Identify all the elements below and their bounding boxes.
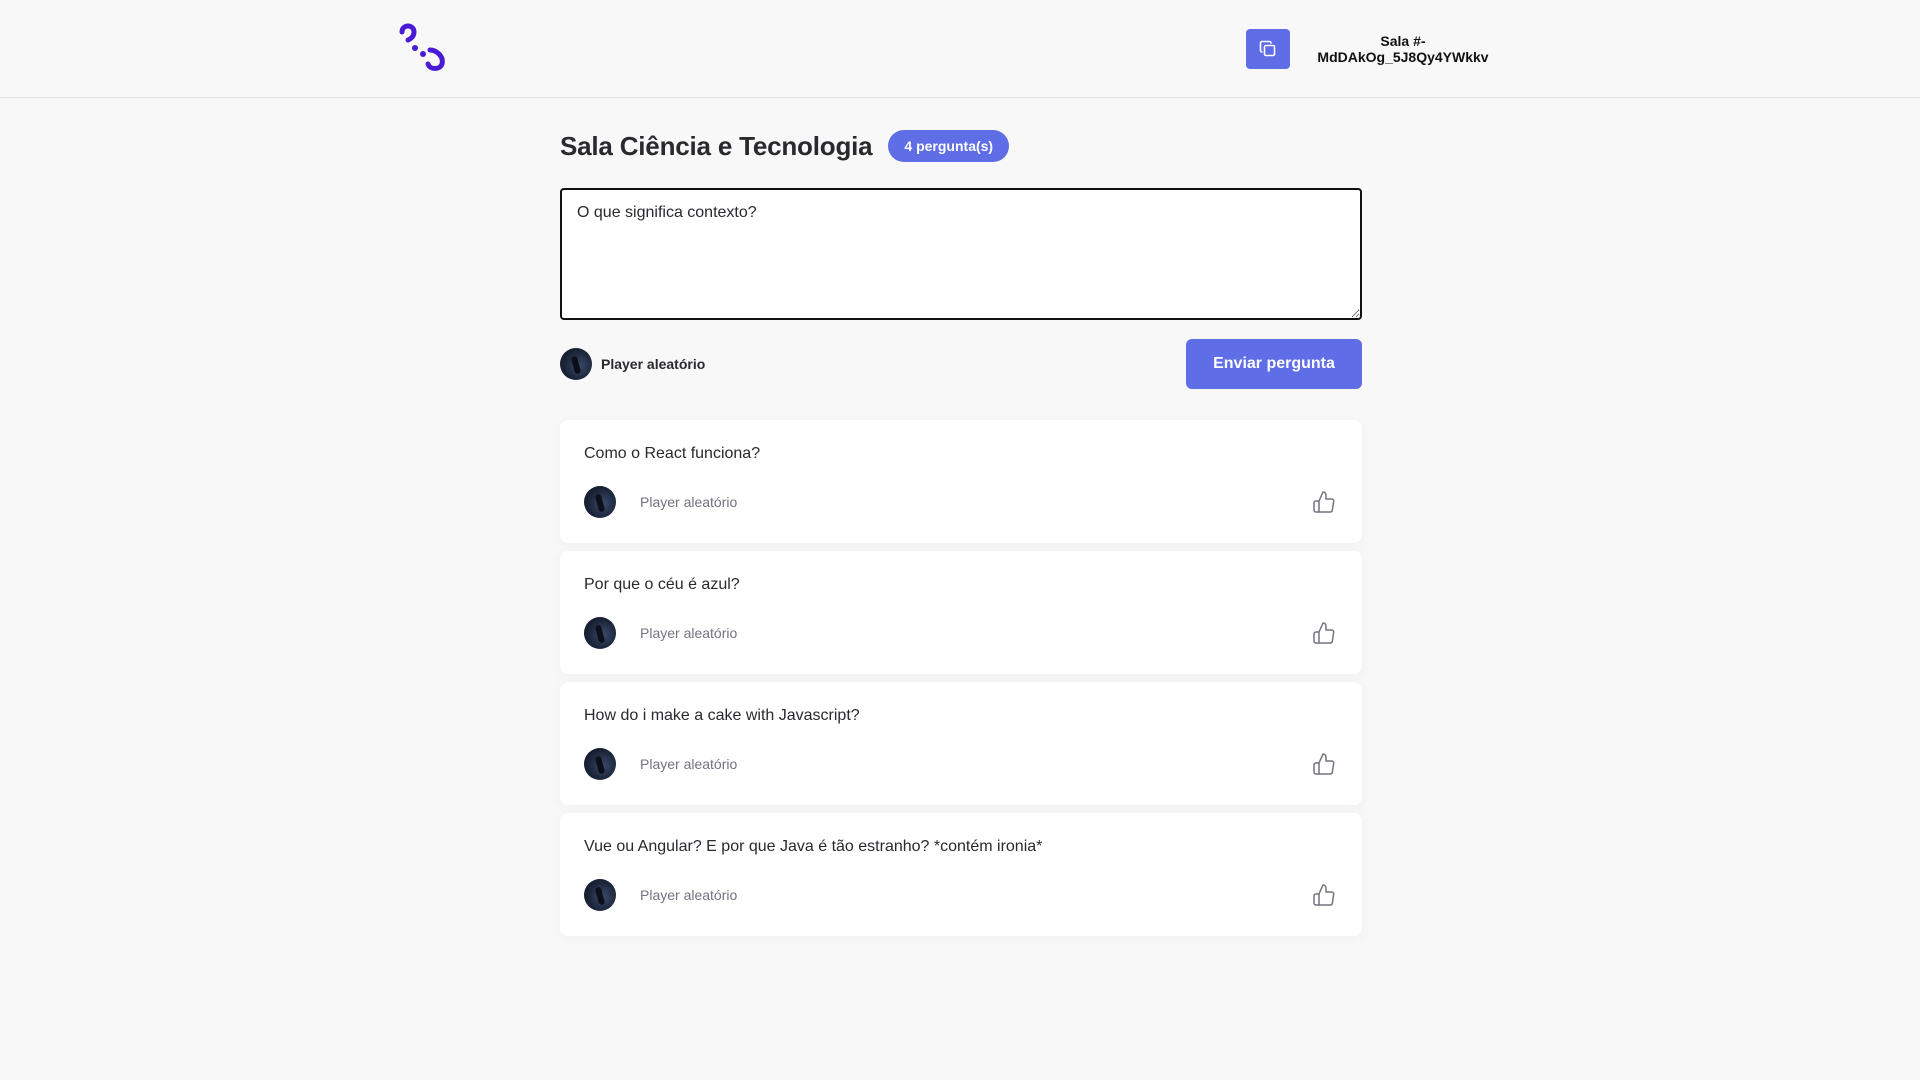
avatar <box>584 617 616 649</box>
copy-icon <box>1259 40 1276 57</box>
question-text: How do i make a cake with Javascript? <box>584 707 860 724</box>
question-footer: Player aleatório <box>584 617 1338 649</box>
question-card: Por que o céu é azul? Player aleatório <box>560 551 1362 674</box>
room-code-label: Sala #- <box>1380 33 1426 49</box>
user-name: Player aleatório <box>601 356 706 372</box>
question-footer: Player aleatório <box>584 748 1338 780</box>
question-footer: Player aleatório <box>584 486 1338 518</box>
thumbs-up-icon <box>1313 884 1335 906</box>
author-name: Player aleatório <box>640 494 738 510</box>
submit-question-button[interactable]: Enviar pergunta <box>1186 339 1362 389</box>
room-code-value: MdDAkOg_5J8Qy4YWkkv <box>1317 49 1489 65</box>
question-author: Player aleatório <box>584 486 737 518</box>
thumbs-up-icon <box>1313 491 1335 513</box>
question-card: Vue ou Angular? E por que Java é tão est… <box>560 813 1362 936</box>
avatar <box>584 879 616 911</box>
user-info: Player aleatório <box>560 348 705 380</box>
question-author: Player aleatório <box>584 617 737 649</box>
question-text: Por que o céu é azul? <box>584 576 740 593</box>
like-button[interactable] <box>1310 619 1338 647</box>
question-footer: Player aleatório <box>584 879 1338 911</box>
letmeask-logo-icon[interactable] <box>398 22 448 72</box>
question-author: Player aleatório <box>584 748 737 780</box>
like-button[interactable] <box>1310 750 1338 778</box>
avatar <box>584 486 616 518</box>
copy-room-code-button[interactable] <box>1246 29 1290 69</box>
thumbs-up-icon <box>1313 753 1335 775</box>
like-button[interactable] <box>1310 488 1338 516</box>
question-input[interactable]: O que significa contexto? <box>560 188 1362 320</box>
question-card: How do i make a cake with Javascript? Pl… <box>560 682 1362 805</box>
page-title: Sala Ciência e Tecnologia <box>560 130 873 161</box>
like-button[interactable] <box>1310 881 1338 909</box>
question-card: Como o React funciona? Player aleatório <box>560 420 1362 543</box>
author-name: Player aleatório <box>640 625 738 641</box>
app-header: Sala #- MdDAkOg_5J8Qy4YWkkv <box>0 0 1920 98</box>
question-count-badge: 4 pergunta(s) <box>888 130 1010 162</box>
thumbs-up-icon <box>1313 622 1335 644</box>
question-text: Vue ou Angular? E por que Java é tão est… <box>584 838 1043 855</box>
room-code: Sala #- MdDAkOg_5J8Qy4YWkkv <box>1300 33 1506 65</box>
question-list: Como o React funciona? Player aleatório … <box>560 420 1362 944</box>
author-name: Player aleatório <box>640 756 738 772</box>
avatar <box>584 748 616 780</box>
avatar <box>560 348 592 380</box>
question-text: Como o React funciona? <box>584 445 761 462</box>
author-name: Player aleatório <box>640 887 738 903</box>
form-footer: Player aleatório Enviar pergunta <box>560 339 1362 389</box>
room-title-row: Sala Ciência e Tecnologia 4 pergunta(s) <box>560 130 1010 162</box>
question-author: Player aleatório <box>584 879 737 911</box>
